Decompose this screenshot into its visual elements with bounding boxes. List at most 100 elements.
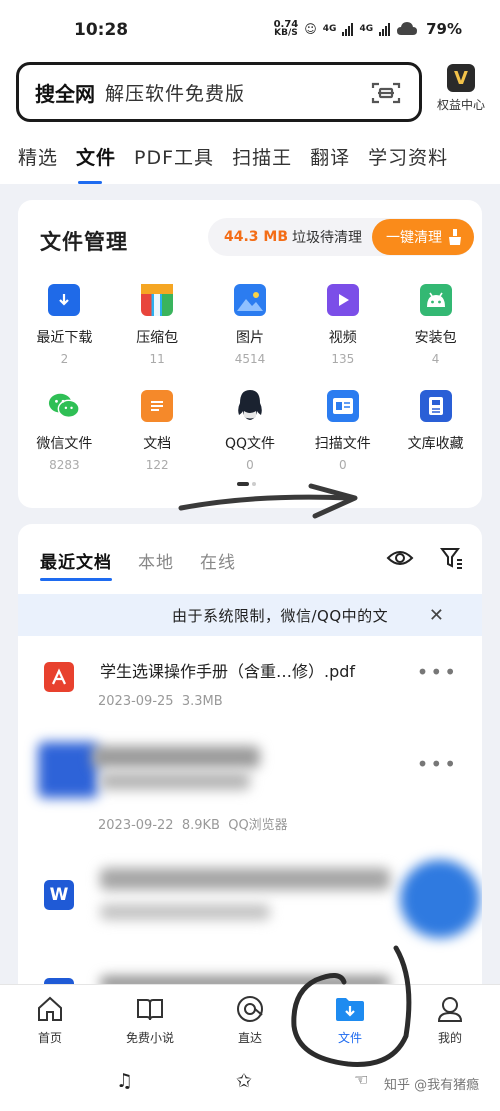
cleanup-banner: 44.3 MB 垃圾待清理 一键清理 [207,218,474,256]
android-icon [419,284,452,316]
blurred-name [100,772,250,790]
blurred-icon [38,742,98,798]
eye-icon[interactable] [386,546,414,570]
blurred-name [100,868,390,890]
category-count: 4514 [234,352,266,366]
hand-icon: ☜ [354,1070,369,1089]
cloud-icon [397,22,418,35]
subtab-recent[interactable]: 最近文档 [40,548,112,581]
file-date: 2023-09-25 [98,694,174,709]
header: 搜全网 解压软件免费版 V 权益中心 [0,58,500,136]
category-documents[interactable]: 文档 122 [111,390,204,496]
category-images[interactable]: 图片 4514 [204,284,297,390]
category-videos[interactable]: 视频 135 [296,284,389,390]
subtab-online[interactable]: 在线 [200,548,236,573]
net-speed-unit: KB/S [274,28,298,38]
nav-label: 我的 [437,1031,462,1045]
signal-label-2: 4G [359,24,374,34]
cleanup-text: 垃圾待清理 [292,230,362,246]
wechat-icon [48,390,81,422]
top-tabs: 精选 文件 PDF工具 扫描王 翻译 学习资料 [0,136,500,184]
music-icon[interactable]: ♫ [116,1070,133,1092]
home-icon [38,996,62,1021]
tab-featured[interactable]: 精选 [0,136,58,184]
category-label: 安装包 [414,330,457,346]
subtab-local[interactable]: 本地 [138,548,174,573]
category-qq-files[interactable]: QQ文件 0 [204,390,297,496]
status-bar: 10:28 0.74 KB/S ☺ 4G 4G 79% [0,0,500,58]
qq-icon [234,390,266,422]
file-row[interactable] [18,968,482,984]
bottom-nav: 首页 免费小说 直达 文件 我的 [0,984,500,1052]
page-dot-active [237,482,249,486]
folder-icon [336,998,364,1021]
blurred-meta [100,904,270,920]
vip-center[interactable]: V 权益中心 [430,64,492,113]
nav-label: 直达 [237,1031,262,1045]
file-row[interactable]: 学生选课操作手册（含重…修）.pdf 2023-09-25 3.3MB ••• [18,650,482,750]
battery-level: 79% [426,20,462,38]
scan-icon[interactable] [371,81,401,105]
filter-icon[interactable] [440,546,464,570]
zip-icon [141,284,174,316]
nav-files[interactable]: 文件 [300,985,400,1052]
search-box[interactable]: 搜全网 解压软件免费版 [16,62,422,122]
recent-subtabs: 最近文档 本地 在线 [40,548,236,581]
category-label: 图片 [235,330,264,346]
category-wechat-files[interactable]: 微信文件 8283 [18,390,111,496]
signal-label-1: 4G [322,24,337,34]
nav-label: 文件 [337,1031,362,1045]
cleanup-button-label: 一键清理 [386,230,442,246]
compass-icon [237,996,263,1022]
cleanup-button[interactable]: 一键清理 [372,219,474,255]
category-count: 4 [431,352,440,366]
tab-files[interactable]: 文件 [58,136,116,184]
nav-profile[interactable]: 我的 [400,985,500,1052]
net-speed: 0.74 KB/S [274,20,299,38]
blurred-name [92,746,260,768]
tab-translate[interactable]: 翻译 [292,136,350,184]
category-label: 扫描文件 [314,436,371,452]
nav-direct[interactable]: 直达 [200,985,300,1052]
tab-scanner[interactable]: 扫描王 [214,136,292,184]
file-row[interactable]: W [18,860,482,960]
document-icon [141,390,174,422]
category-grid: 最近下载 2 压缩包 11 图片 4514 视频 135 安装包 4 微信文件 … [18,284,482,496]
category-library-favorites[interactable]: 文库收藏 [389,390,482,496]
category-recent-downloads[interactable]: 最近下载 2 [18,284,111,390]
category-scanned-files[interactable]: 扫描文件 0 [296,390,389,496]
more-icon[interactable]: ••• [417,660,458,684]
broom-icon [449,229,461,245]
word-icon: W [44,880,74,910]
category-count: 0 [338,458,347,472]
system-bar: ♫ ✩ ☜ 知乎 @我有猪瘾 [0,1052,500,1111]
category-count: 0 [246,458,254,472]
tab-study[interactable]: 学习资料 [350,136,448,184]
category-count: 8283 [49,458,80,472]
file-name: 学生选课操作手册（含重…修）.pdf [100,662,356,681]
more-icon[interactable]: ••• [417,752,458,776]
pdf-icon [44,662,74,692]
category-archives[interactable]: 压缩包 11 [111,284,204,390]
file-row[interactable]: 2023-09-22 8.9KB QQ浏览器 ••• [18,742,482,842]
nav-novels[interactable]: 免费小说 [100,985,200,1052]
assistant-icon: ☺ [304,22,317,36]
cleanup-size: 44.3 MB [223,229,288,245]
nav-home[interactable]: 首页 [0,985,100,1052]
search-brand: 搜全网 [35,81,95,106]
category-count: 135 [331,352,355,366]
category-apks[interactable]: 安装包 4 [389,284,482,390]
file-meta: 2023-09-22 8.9KB QQ浏览器 [98,814,288,833]
profile-icon [437,997,463,1022]
category-label: 视频 [328,330,357,346]
recent-documents-card: 最近文档 本地 在线 由于系统限制，微信/QQ中的文 ✕ 学生选课操作手册（含重… [18,524,482,984]
download-icon [48,284,81,316]
category-count: 2 [60,352,69,366]
file-management-title: 文件管理 [40,230,128,254]
nav-label: 免费小说 [125,1031,174,1045]
star-icon[interactable]: ✩ [236,1070,252,1092]
tab-pdf-tools[interactable]: PDF工具 [116,136,214,184]
page: 10:28 0.74 KB/S ☺ 4G 4G 79% 搜全网 解压软件免费版 … [0,0,500,1111]
signal-icon-2 [379,22,391,36]
close-icon[interactable]: ✕ [429,605,444,626]
